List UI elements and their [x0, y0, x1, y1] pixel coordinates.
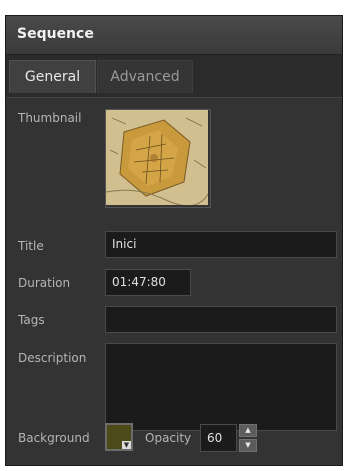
opacity-input[interactable]: 60 — [200, 424, 237, 452]
duration-input[interactable]: 01:47:80 — [105, 269, 191, 296]
opacity-decrement-button[interactable]: ▼ — [239, 439, 257, 452]
opacity-label: Opacity — [145, 431, 192, 445]
title-input[interactable]: Inici — [105, 231, 337, 258]
panel-title: Sequence — [17, 26, 94, 42]
background-color-swatch[interactable]: ▼ — [105, 423, 133, 451]
panel-header: Sequence — [6, 16, 342, 55]
description-textarea[interactable] — [105, 343, 337, 431]
tab-advanced[interactable]: Advanced — [97, 60, 193, 93]
triangle-up-icon: ▲ — [245, 426, 251, 434]
general-tab-content: Thumbnail Title Inici Duration 01:47:80 … — [6, 97, 342, 465]
tab-bar: General Advanced — [6, 55, 342, 97]
opacity-increment-button[interactable]: ▲ — [239, 424, 257, 437]
tags-label: Tags — [18, 313, 45, 327]
thumbnail-label: Thumbnail — [18, 111, 82, 125]
tags-input[interactable] — [105, 306, 337, 333]
thumbnail-map-image — [105, 110, 209, 207]
thumbnail-image[interactable] — [105, 109, 211, 208]
duration-label: Duration — [18, 276, 71, 290]
background-label: Background — [18, 431, 90, 445]
description-label: Description — [18, 351, 87, 365]
triangle-down-icon: ▼ — [245, 441, 251, 449]
sequence-panel: Sequence General Advanced Thumbnail Titl… — [5, 15, 343, 466]
triangle-down-icon: ▼ — [122, 441, 131, 449]
title-label: Title — [18, 239, 44, 253]
tab-general[interactable]: General — [9, 60, 96, 93]
